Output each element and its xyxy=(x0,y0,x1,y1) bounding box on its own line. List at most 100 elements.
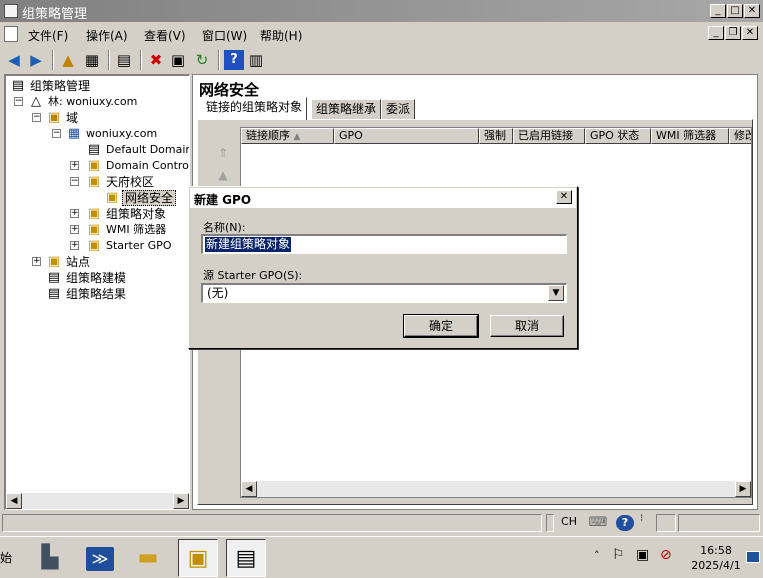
refresh-icon[interactable]: ↻ xyxy=(192,50,212,70)
wmi-folder-icon: ▣ xyxy=(87,222,101,237)
delete-icon[interactable]: ✖ xyxy=(146,50,166,70)
menu-window[interactable]: 窗口(W) xyxy=(202,27,247,44)
status-panel xyxy=(656,514,676,532)
expand-toggle[interactable]: + xyxy=(32,257,41,266)
forward-arrow-icon[interactable]: ▶ xyxy=(26,50,46,70)
taskbar-clock[interactable]: 16:58 2025/4/1 xyxy=(688,543,744,573)
scroll-right-button[interactable]: ▶ xyxy=(173,493,189,509)
network-icon[interactable]: ▣ xyxy=(636,547,649,563)
dialog-titlebar: 新建 GPO ✕ xyxy=(190,188,576,208)
ime-indicator[interactable]: CH xyxy=(556,514,582,532)
tree-node-wmi-filters[interactable]: + ▣ WMI 筛选器 xyxy=(8,222,188,238)
help-icon[interactable]: ? xyxy=(224,50,244,70)
collapse-toggle[interactable]: − xyxy=(14,97,23,106)
tree-node-ou-child[interactable]: ▣ 网络安全 xyxy=(8,190,188,206)
show-hide-tree-icon[interactable]: ▦ xyxy=(82,50,102,70)
gpmc-icon: ▤ xyxy=(11,78,25,93)
minimize-button[interactable]: _ xyxy=(710,4,726,18)
menu-view[interactable]: 查看(V) xyxy=(144,27,186,44)
tree-node-gpo-objects[interactable]: + ▣ 组策略对象 xyxy=(8,206,188,222)
chevron-down-icon[interactable]: ▼ xyxy=(548,285,564,301)
help-icon[interactable]: ? xyxy=(616,515,634,531)
move-up-icon[interactable]: ⇑ xyxy=(214,144,232,162)
expand-toggle[interactable]: + xyxy=(70,161,79,170)
tree-node-domain[interactable]: − ▦ woniuxy.com xyxy=(8,126,188,142)
menu-action[interactable]: 操作(A) xyxy=(86,27,128,44)
cancel-button[interactable]: 取消 xyxy=(490,315,564,337)
tree-node-modeling[interactable]: ▤ 组策略建模 xyxy=(8,270,188,286)
tree-node-domains[interactable]: − ▣ 域 xyxy=(8,110,188,126)
console-icon[interactable]: ▥ xyxy=(246,50,266,70)
toolbar: ◀ ▶ ▲ ▦ ▤ ✖ ▣ ↻ ? ▥ xyxy=(0,46,763,74)
tree-node-forest[interactable]: − △ 林: woniuxy.com xyxy=(8,94,188,110)
gpo-name-input[interactable]: 新建组策略对象 xyxy=(201,234,567,254)
show-hidden-icons[interactable]: ˄ xyxy=(594,549,600,562)
ok-button[interactable]: 确定 xyxy=(403,314,479,338)
scroll-left-button[interactable]: ◀ xyxy=(6,493,22,509)
scroll-left-button[interactable]: ◀ xyxy=(241,481,257,497)
starter-gpo-value: (无) xyxy=(207,286,229,300)
starter-gpo-select[interactable]: (无) ▼ xyxy=(201,283,567,303)
properties-icon[interactable]: ▣ xyxy=(168,50,188,70)
gpmc-taskbar-icon[interactable]: ▣ xyxy=(178,539,218,577)
back-arrow-icon[interactable]: ◀ xyxy=(4,50,24,70)
volume-muted-icon[interactable]: ⊘ xyxy=(660,547,672,563)
child-minimize-button[interactable]: _ xyxy=(708,26,724,40)
tree-node-ou[interactable]: − ▣ 天府校区 xyxy=(8,174,188,190)
column-wmi-filter[interactable]: WMI 筛选器 xyxy=(651,128,729,144)
dialog-title: 新建 GPO xyxy=(194,193,252,207)
column-enforced[interactable]: 强制 xyxy=(479,128,513,144)
tree-node-starter-gpo[interactable]: + ▣ Starter GPO xyxy=(8,238,188,254)
column-modified[interactable]: 修改 xyxy=(729,128,751,144)
tree-horizontal-scrollbar[interactable]: ◀ ▶ xyxy=(6,493,189,509)
close-button[interactable]: ✕ xyxy=(744,4,760,18)
tree-node-results[interactable]: ▤ 组策略结果 xyxy=(8,286,188,302)
tab-linked-gpos[interactable]: 链接的组策略对象 xyxy=(201,97,308,120)
list-horizontal-scrollbar[interactable]: ◀ ▶ xyxy=(241,481,751,497)
tab-delegation[interactable]: 委派 xyxy=(381,99,416,119)
tab-inheritance[interactable]: 组策略继承 xyxy=(311,99,382,119)
child-restore-button[interactable]: ❐ xyxy=(725,26,741,40)
expand-toggle[interactable]: + xyxy=(70,225,79,234)
tree-node-default-domain[interactable]: ▤ Default Domain xyxy=(8,142,189,158)
tree-node-sites[interactable]: + ▣ 站点 xyxy=(8,254,188,270)
gpo-editor-taskbar-icon[interactable]: ▤ xyxy=(226,539,266,577)
status-bar: CH ⌨ ? ⁝ xyxy=(0,512,763,534)
collapse-toggle[interactable]: − xyxy=(52,129,61,138)
menu-bar: 文件(F) 操作(A) 查看(V) 窗口(W) 帮助(H) _ ❐ ✕ xyxy=(0,22,763,46)
modeling-icon: ▤ xyxy=(47,270,61,285)
explorer-icon[interactable]: ▬ xyxy=(128,539,168,577)
menu-help[interactable]: 帮助(H) xyxy=(260,27,302,44)
column-gpo-status[interactable]: GPO 状态 xyxy=(585,128,651,144)
tree-node-domain-controllers[interactable]: + ▣ Domain Control xyxy=(8,158,189,174)
menu-file[interactable]: 文件(F) xyxy=(28,27,68,44)
collapse-toggle[interactable]: − xyxy=(32,113,41,122)
starter-gpo-folder-icon: ▣ xyxy=(87,238,101,253)
expand-toggle[interactable]: + xyxy=(70,241,79,250)
keyboard-icon[interactable]: ⌨ xyxy=(588,515,608,531)
collapse-toggle[interactable]: − xyxy=(70,177,79,186)
start-button[interactable]: 始 xyxy=(0,549,12,566)
document-icon[interactable] xyxy=(4,26,18,42)
options-icon[interactable]: ⁝ xyxy=(640,514,650,531)
toolbar-separator xyxy=(140,50,142,70)
scroll-right-button[interactable]: ▶ xyxy=(735,481,751,497)
ou-folder-icon: ▣ xyxy=(105,190,119,205)
clipboard-icon[interactable]: ▤ xyxy=(114,50,134,70)
column-link-enabled[interactable]: 已启用链接 xyxy=(513,128,585,144)
dialog-close-button[interactable]: ✕ xyxy=(556,190,572,204)
tree-node-root[interactable]: ▤ 组策略管理 xyxy=(8,78,188,94)
expand-toggle[interactable]: + xyxy=(70,209,79,218)
maximize-button[interactable]: □ xyxy=(727,4,743,18)
server-manager-icon[interactable]: ▙ xyxy=(30,539,70,577)
flag-icon[interactable]: ⚐ xyxy=(612,547,625,563)
up-folder-icon[interactable]: ▲ xyxy=(58,50,78,70)
column-gpo[interactable]: GPO xyxy=(334,128,479,144)
child-close-button[interactable]: ✕ xyxy=(742,26,758,40)
notification-icon[interactable] xyxy=(746,551,760,563)
powershell-icon[interactable]: ≫ xyxy=(80,539,120,577)
column-link-order[interactable]: 链接顺序 ▲ xyxy=(241,128,334,144)
domains-icon: ▣ xyxy=(47,110,61,125)
move-to-top-icon[interactable]: ▲ xyxy=(214,166,232,184)
window-titlebar: 组策略管理 _ □ ✕ xyxy=(0,0,763,22)
